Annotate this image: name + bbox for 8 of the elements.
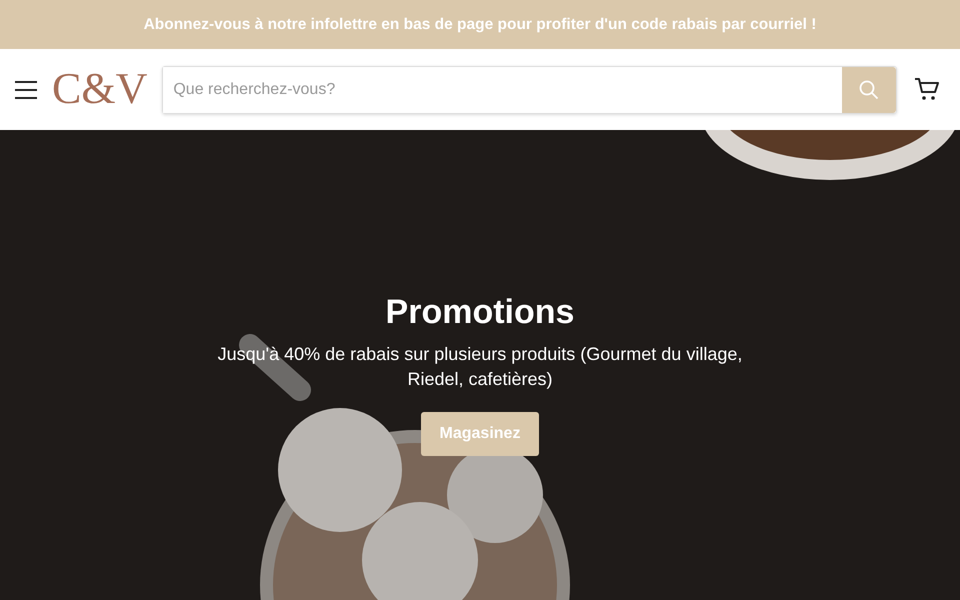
hero-title: Promotions (386, 293, 574, 332)
cart-icon[interactable] (914, 76, 940, 102)
logo[interactable]: C&V (52, 64, 148, 115)
search-field[interactable]: Que recherchez-vous? (162, 66, 897, 114)
menu-icon[interactable] (15, 80, 37, 98)
hero-text: Jusqu'à 40% de rabais sur plusieurs produits (Gourmet du village, Riedel, cafetières) (216, 343, 744, 391)
announcement-bar: Abonnez-vous à notre infolettre en bas de page pour profiter d'un code rabais par courriel ! (0, 0, 960, 49)
search-icon (859, 80, 879, 100)
